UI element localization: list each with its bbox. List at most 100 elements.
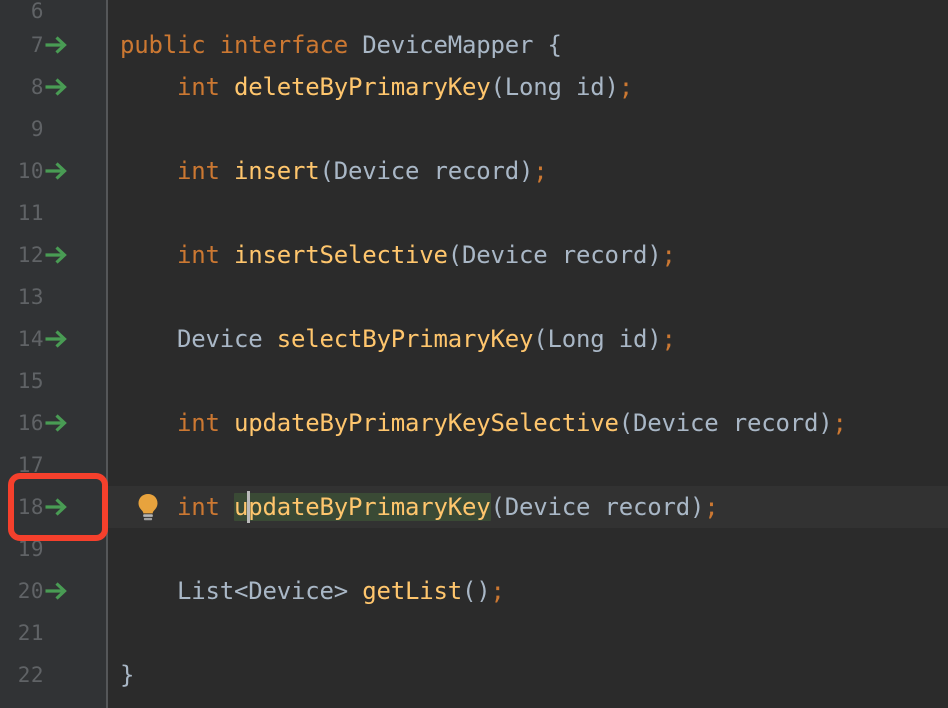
code-token: ; xyxy=(661,325,676,353)
code-line-12[interactable]: int insertSelective(Device record); xyxy=(108,234,948,276)
code-line-7[interactable]: public interface DeviceMapper { xyxy=(108,24,948,66)
code-line-11[interactable] xyxy=(108,192,948,234)
line-number: 19 xyxy=(17,537,44,561)
code-line-8[interactable]: int deleteByPrimaryKey(Long id); xyxy=(108,66,948,108)
code-token: int xyxy=(177,73,220,101)
arrow-right-icon[interactable] xyxy=(44,411,70,435)
code-token: int xyxy=(177,409,220,437)
code-line-22[interactable]: } xyxy=(108,654,948,696)
lightbulb-icon[interactable] xyxy=(133,491,163,523)
code-token: Device xyxy=(632,409,719,437)
code-editor[interactable]: 6 7 8 9 10 11 12 13 14 15 16 17 18 19 20 21 22 public in… xyxy=(0,0,948,708)
code-line-9[interactable] xyxy=(108,108,948,150)
gutter-row-11[interactable]: 11 xyxy=(0,192,106,234)
code-line-20[interactable]: List<Device> getList(); xyxy=(108,570,948,612)
code-line-15[interactable] xyxy=(108,360,948,402)
gutter-separator xyxy=(106,0,108,708)
arrow-right-icon[interactable] xyxy=(44,495,70,519)
gutter-row-10[interactable]: 10 xyxy=(0,150,106,192)
gutter-row-8[interactable]: 8 xyxy=(0,66,106,108)
code-token: int xyxy=(177,493,220,521)
line-number: 14 xyxy=(17,327,44,351)
line-number: 10 xyxy=(17,159,44,183)
gutter-row-22[interactable]: 22 xyxy=(0,654,106,696)
code-token: DeviceMapper xyxy=(362,31,534,59)
code-line-21[interactable] xyxy=(108,612,948,654)
arrow-right-icon[interactable] xyxy=(44,75,70,99)
line-number: 21 xyxy=(17,621,44,645)
code-token: Device xyxy=(333,157,420,185)
code-token: ; xyxy=(832,409,847,437)
gutter-row-21[interactable]: 21 xyxy=(0,612,106,654)
code-token: insert xyxy=(234,157,320,185)
arrow-right-icon[interactable] xyxy=(44,33,70,57)
code-line-14[interactable]: Device selectByPrimaryKey(Long id); xyxy=(108,318,948,360)
code-line-text: int insert(Device record); xyxy=(120,150,548,192)
line-number: 22 xyxy=(17,663,44,687)
code-token: int xyxy=(177,241,220,269)
code-token: int xyxy=(177,157,220,185)
arrow-right-icon[interactable] xyxy=(44,579,70,603)
code-token: insertSelective xyxy=(234,241,448,269)
code-token: ; xyxy=(661,241,676,269)
code-token: Long xyxy=(547,325,605,353)
code-token: ; xyxy=(618,73,633,101)
gutter-row-19[interactable]: 19 xyxy=(0,528,106,570)
line-number: 7 xyxy=(30,33,44,57)
line-number: 20 xyxy=(17,579,44,603)
code-token: ( xyxy=(533,325,548,353)
gutter-row-7[interactable]: 7 xyxy=(0,24,106,66)
code-token: Long xyxy=(504,73,562,101)
gutter-row-18[interactable]: 18 xyxy=(0,486,106,528)
code-token: } xyxy=(120,661,135,689)
code-token: ; xyxy=(533,157,548,185)
code-line-text: int deleteByPrimaryKey(Long id); xyxy=(120,66,633,108)
code-line-text: public interface DeviceMapper { xyxy=(120,24,562,66)
code-line-13[interactable] xyxy=(108,276,948,318)
highlighted-identifier: updateByPrimaryKey xyxy=(234,493,491,521)
code-line-10[interactable]: int insert(Device record); xyxy=(108,150,948,192)
gutter-row-17[interactable]: 17 xyxy=(0,444,106,486)
code-token: Device xyxy=(504,493,591,521)
code-token: updateByPrimaryKeySelective xyxy=(234,409,619,437)
gutter-row-16[interactable]: 16 xyxy=(0,402,106,444)
arrow-right-icon[interactable] xyxy=(44,243,70,267)
code-content[interactable]: public interface DeviceMapper { int dele… xyxy=(108,0,948,708)
code-token: ( xyxy=(447,241,462,269)
code-token: record) xyxy=(718,409,833,437)
code-line-text: } xyxy=(120,654,134,696)
gutter-row-14[interactable]: 14 xyxy=(0,318,106,360)
code-token: ( xyxy=(618,409,633,437)
code-line-17[interactable] xyxy=(108,444,948,486)
gutter-row-20[interactable]: 20 xyxy=(0,570,106,612)
code-token: Device xyxy=(462,241,548,269)
text-caret xyxy=(247,491,250,523)
arrow-right-icon[interactable] xyxy=(44,327,70,351)
line-number: 8 xyxy=(30,75,44,99)
code-line-18[interactable]: int updateByPrimaryKey(Device record); xyxy=(108,486,948,528)
gutter-row-12[interactable]: 12 xyxy=(0,234,106,276)
code-line-19[interactable] xyxy=(108,528,948,570)
gutter-row-9[interactable]: 9 xyxy=(0,108,106,150)
code-token: selectByPrimaryKey xyxy=(276,325,534,353)
arrow-right-icon[interactable] xyxy=(44,159,70,183)
code-token: deleteByPrimaryKey xyxy=(234,73,491,101)
editor-gutter[interactable]: 6 7 8 9 10 11 12 13 14 15 16 17 18 19 20 21 22 xyxy=(0,0,106,708)
code-token: ; xyxy=(490,577,505,605)
code-line-16[interactable]: int updateByPrimaryKeySelective(Device r… xyxy=(108,402,948,444)
code-line-text: int insertSelective(Device record); xyxy=(120,234,676,276)
code-token: ( xyxy=(490,73,505,101)
gutter-row-13[interactable]: 13 xyxy=(0,276,106,318)
gutter-row-15[interactable]: 15 xyxy=(0,360,106,402)
code-token: interface xyxy=(219,31,348,59)
